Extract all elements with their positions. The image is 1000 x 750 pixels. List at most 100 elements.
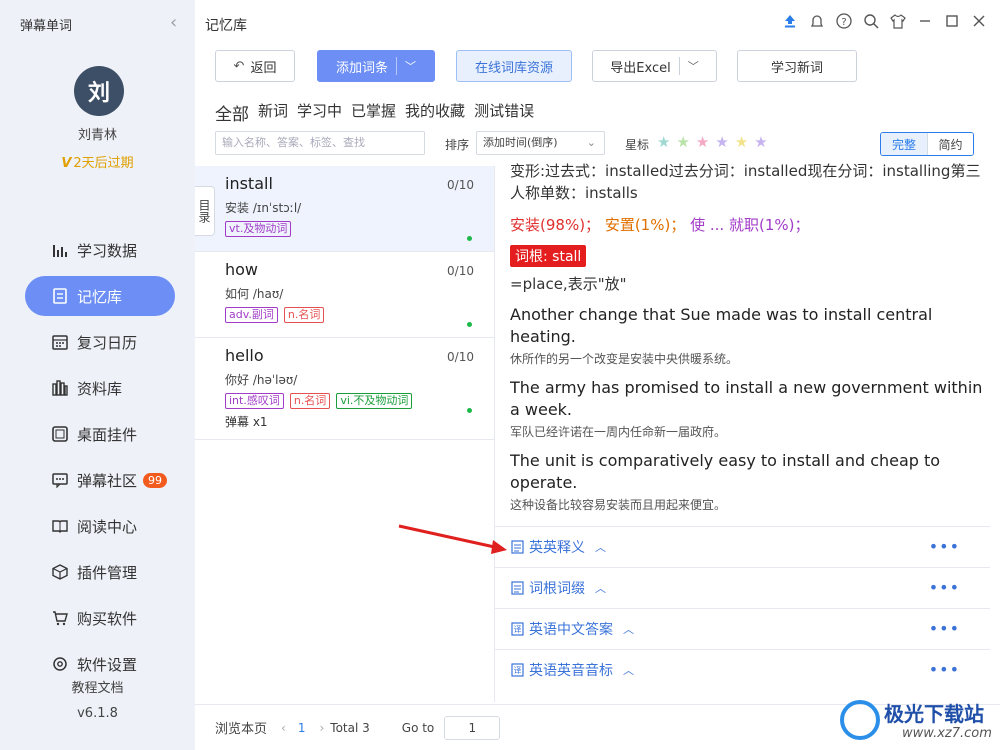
nav: 学习数据 记忆库 复习日历 资料库 桌面挂件 弹幕社区 99 阅读中心 插件管理 … (25, 230, 175, 690)
star-icon[interactable]: ★ (715, 133, 728, 151)
nav-item-plugins[interactable]: 插件管理 (25, 552, 175, 592)
nav-label: 桌面挂件 (77, 425, 138, 444)
section-label: 英语英音音标 (529, 663, 613, 679)
maximize-icon[interactable] (943, 12, 961, 30)
bell-icon[interactable] (808, 12, 826, 30)
list-item[interactable]: how 0/10 如何 /haʊ/ adv.副词 n.名词 (195, 252, 494, 338)
nav-label: 资料库 (77, 379, 123, 398)
star-filter-label: 星标 (625, 138, 650, 152)
calendar-icon (51, 333, 69, 351)
chevron-up-icon[interactable]: ︿ (623, 621, 634, 637)
sort-label: 排序 (445, 138, 470, 152)
svg-text:译: 译 (514, 666, 522, 675)
sense-item: 使 ... 就职(1%)； (690, 216, 810, 234)
section-chinese-answer[interactable]: 译 英语中文答案 ︿ ••• (495, 608, 990, 649)
section-english-definition[interactable]: 英英释义 ︿ ••• (495, 526, 990, 567)
example-sentence: The army has promised to install a new g… (510, 377, 990, 440)
expire-text: 2天后过期 (73, 156, 134, 171)
total-count: Total 3 (330, 720, 370, 735)
nav-label: 复习日历 (77, 333, 138, 352)
next-page-icon[interactable]: › (319, 721, 324, 735)
watermark-logo-icon (840, 700, 880, 740)
nav-item-library[interactable]: 资料库 (25, 368, 175, 408)
review-count: 0/10 (447, 264, 474, 278)
watermark-title: 极光下载站 (884, 702, 984, 726)
section-word-roots[interactable]: 词根词缀 ︿ ••• (495, 567, 990, 608)
list-item[interactable]: hello 0/10 你好 /həˈləʊ/ int.感叹词 n.名词 vi.不及物… (195, 338, 494, 440)
star-icon[interactable]: ★ (676, 133, 689, 151)
nav-item-community[interactable]: 弹幕社区 99 (25, 460, 175, 500)
chevron-up-icon[interactable]: ︿ (595, 580, 606, 596)
star-icon[interactable]: ★ (754, 133, 767, 151)
tab-mastered[interactable]: 已掌握 (351, 100, 396, 125)
status-dot (467, 236, 472, 241)
tab-test-errors[interactable]: 测试错误 (474, 100, 534, 125)
filter-tabs: 全部 新词 学习中 已掌握 我的收藏 测试错误 (215, 100, 534, 125)
chevron-down-icon[interactable]: ﹀ (688, 58, 699, 74)
page-number[interactable]: 1 (298, 721, 306, 735)
expire-notice[interactable]: V 2天后过期 (0, 152, 195, 171)
close-icon[interactable] (970, 12, 988, 30)
example-sentence: Another change that Sue made was to inst… (510, 304, 990, 367)
tab-all[interactable]: 全部 (215, 100, 249, 125)
search-input[interactable]: 输入名称、答案、标签、查找 (215, 131, 425, 155)
nav-item-desktop-widget[interactable]: 桌面挂件 (25, 414, 175, 454)
chevron-down-icon: ⌄ (586, 136, 596, 149)
root-tag: 词根: stall (510, 245, 587, 267)
section-label: 英语中文答案 (529, 622, 613, 638)
word-list: 目录 install 0/10 安装 /ɪnˈstɔːl/ vt.及物动词 ho… (195, 166, 495, 702)
watermark: 极光下载站 www.xz7.com (840, 696, 1000, 748)
tab-new[interactable]: 新词 (258, 100, 288, 125)
goto-page-input[interactable]: 1 (444, 715, 501, 740)
star-icon[interactable]: ★ (657, 133, 670, 151)
tab-favorites[interactable]: 我的收藏 (405, 100, 465, 125)
nav-item-buy[interactable]: 购买软件 (25, 598, 175, 638)
more-icon[interactable]: ••• (929, 578, 960, 597)
export-excel-label: 导出Excel (610, 60, 671, 76)
view-brief-button[interactable]: 简约 (927, 133, 973, 155)
view-full-button[interactable]: 完整 (881, 133, 927, 155)
export-excel-button[interactable]: 导出Excel ﹀ (592, 50, 717, 82)
catalog-tab[interactable]: 目录 (195, 186, 215, 236)
chevron-left-icon[interactable]: ‹ (170, 12, 177, 33)
tutorial-docs-link[interactable]: 教程文档 (0, 677, 195, 696)
search-icon[interactable] (862, 12, 880, 30)
star-icon[interactable]: ★ (735, 133, 748, 151)
page-title: 记忆库 (205, 18, 247, 34)
chevron-up-icon[interactable]: ︿ (595, 539, 606, 555)
back-button[interactable]: ↶ 返回 (215, 50, 295, 82)
tab-learning[interactable]: 学习中 (297, 100, 342, 125)
minimize-icon[interactable] (916, 12, 934, 30)
more-icon[interactable]: ••• (929, 619, 960, 638)
nav-item-study-data[interactable]: 学习数据 (25, 230, 175, 270)
sense-distribution: 安装(98%)； 安置(1%)； 使 ... 就职(1%)； (510, 214, 990, 235)
chevron-up-icon[interactable]: ︿ (623, 662, 634, 678)
star-icon[interactable]: ★ (696, 133, 709, 151)
more-icon[interactable]: ••• (929, 537, 960, 556)
red-arrow-annotation (398, 524, 507, 554)
learn-new-words-button[interactable]: 学习新词 (737, 50, 857, 82)
sort-value: 添加时间(倒序) (483, 136, 558, 149)
skin-icon[interactable] (889, 12, 907, 30)
more-icon[interactable]: ••• (929, 660, 960, 679)
help-icon[interactable]: ? (835, 12, 853, 30)
nav-item-memory-bank[interactable]: 记忆库 (25, 276, 175, 316)
section-phonetics[interactable]: 译 英语英音音标 ︿ ••• (495, 649, 990, 690)
svg-text:?: ? (841, 17, 846, 28)
sort-select[interactable]: 添加时间(倒序) ⌄ (476, 131, 605, 155)
add-entry-button[interactable]: 添加词条 ﹀ (317, 50, 435, 82)
prev-page-icon[interactable]: ‹ (281, 721, 286, 735)
word-meaning: 你好 /həˈləʊ/ (225, 373, 298, 387)
chevron-down-icon[interactable]: ﹀ (405, 58, 416, 74)
upload-icon[interactable] (781, 12, 799, 30)
avatar[interactable]: 刘 (74, 66, 124, 116)
svg-text:译: 译 (514, 625, 522, 634)
nav-item-review-calendar[interactable]: 复习日历 (25, 322, 175, 362)
nav-item-reading-center[interactable]: 阅读中心 (25, 506, 175, 546)
detail-sections: 英英释义 ︿ ••• 词根词缀 ︿ ••• 译 英语中文答案 ︿ ••• 译 英… (495, 526, 990, 690)
document-icon (51, 287, 69, 305)
status-dot (467, 408, 472, 413)
online-resources-button[interactable]: 在线词库资源 (456, 50, 572, 82)
list-item[interactable]: install 0/10 安装 /ɪnˈstɔːl/ vt.及物动词 (195, 166, 494, 252)
example-en: The unit is comparatively easy to instal… (510, 451, 941, 492)
